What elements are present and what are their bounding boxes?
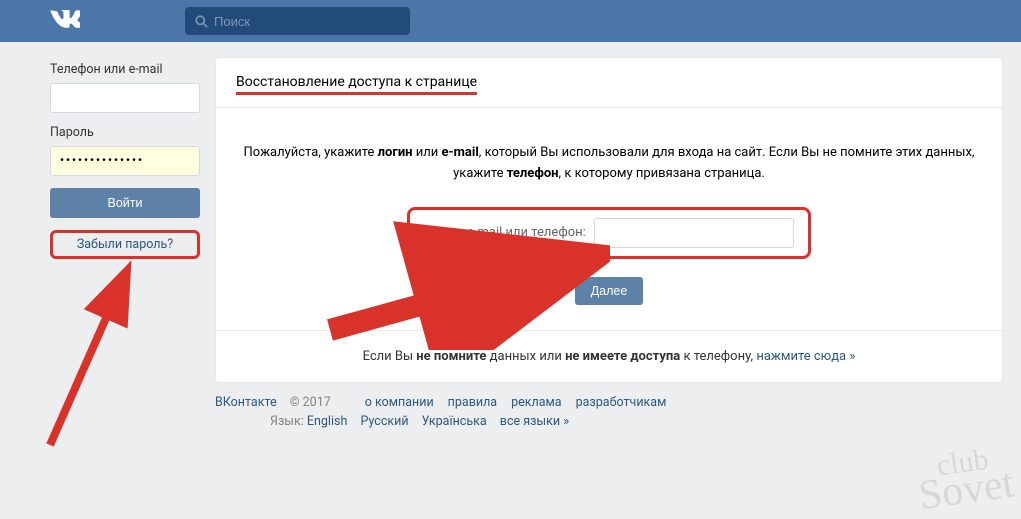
search-input[interactable]: [214, 14, 400, 29]
password-label: Пароль: [50, 125, 200, 140]
input-highlight: Логин, e-mail или телефон:: [407, 207, 811, 259]
site-footer: ВКонтакте © 2017 о компании правила рекл…: [0, 383, 1021, 429]
lang-ua[interactable]: Українська: [422, 414, 487, 429]
footer-ads-link[interactable]: реклама: [511, 395, 562, 410]
footer-brand-link[interactable]: ВКонтакте: [215, 395, 277, 410]
footer-about-link[interactable]: о компании: [365, 395, 434, 410]
forgot-highlight: Забыли пароль?: [50, 230, 200, 259]
footer-copyright: © 2017: [287, 395, 331, 410]
login-field[interactable]: [50, 83, 200, 113]
lang-en[interactable]: English: [307, 414, 347, 429]
lang-all[interactable]: все языки »: [500, 414, 569, 429]
vk-logo-icon[interactable]: [50, 10, 80, 32]
watermark: club Sovet: [914, 446, 1016, 513]
footer-dev-link[interactable]: разработчикам: [576, 395, 667, 410]
password-field[interactable]: [50, 146, 200, 176]
recovery-input[interactable]: [594, 218, 794, 248]
lang-label: Язык:: [270, 414, 304, 429]
no-access-link[interactable]: нажмите сюда »: [756, 349, 855, 364]
login-label: Телефон или e-mail: [50, 62, 200, 77]
footer-rules-link[interactable]: правила: [448, 395, 497, 410]
login-sidebar: Телефон или e-mail Пароль Войти Забыли п…: [50, 57, 200, 259]
page-title: Восстановление доступа к странице: [236, 74, 477, 95]
search-box[interactable]: [185, 7, 410, 35]
login-button[interactable]: Войти: [50, 188, 200, 218]
forgot-password-link[interactable]: Забыли пароль?: [77, 237, 173, 252]
header-bar: [0, 0, 1021, 42]
search-icon: [195, 15, 208, 28]
instructions-text: Пожалуйста, укажите логин или e-mail, ко…: [236, 143, 982, 185]
next-button[interactable]: Далее: [575, 277, 644, 305]
panel-footer-text: Если Вы не помните данных или не имеете …: [216, 331, 1002, 382]
panel-header: Восстановление доступа к странице: [216, 58, 1002, 108]
main-panel: Восстановление доступа к странице Пожалу…: [215, 57, 1003, 383]
recovery-input-label: Логин, e-mail или телефон:: [424, 225, 586, 240]
lang-ru[interactable]: Русский: [360, 414, 408, 429]
